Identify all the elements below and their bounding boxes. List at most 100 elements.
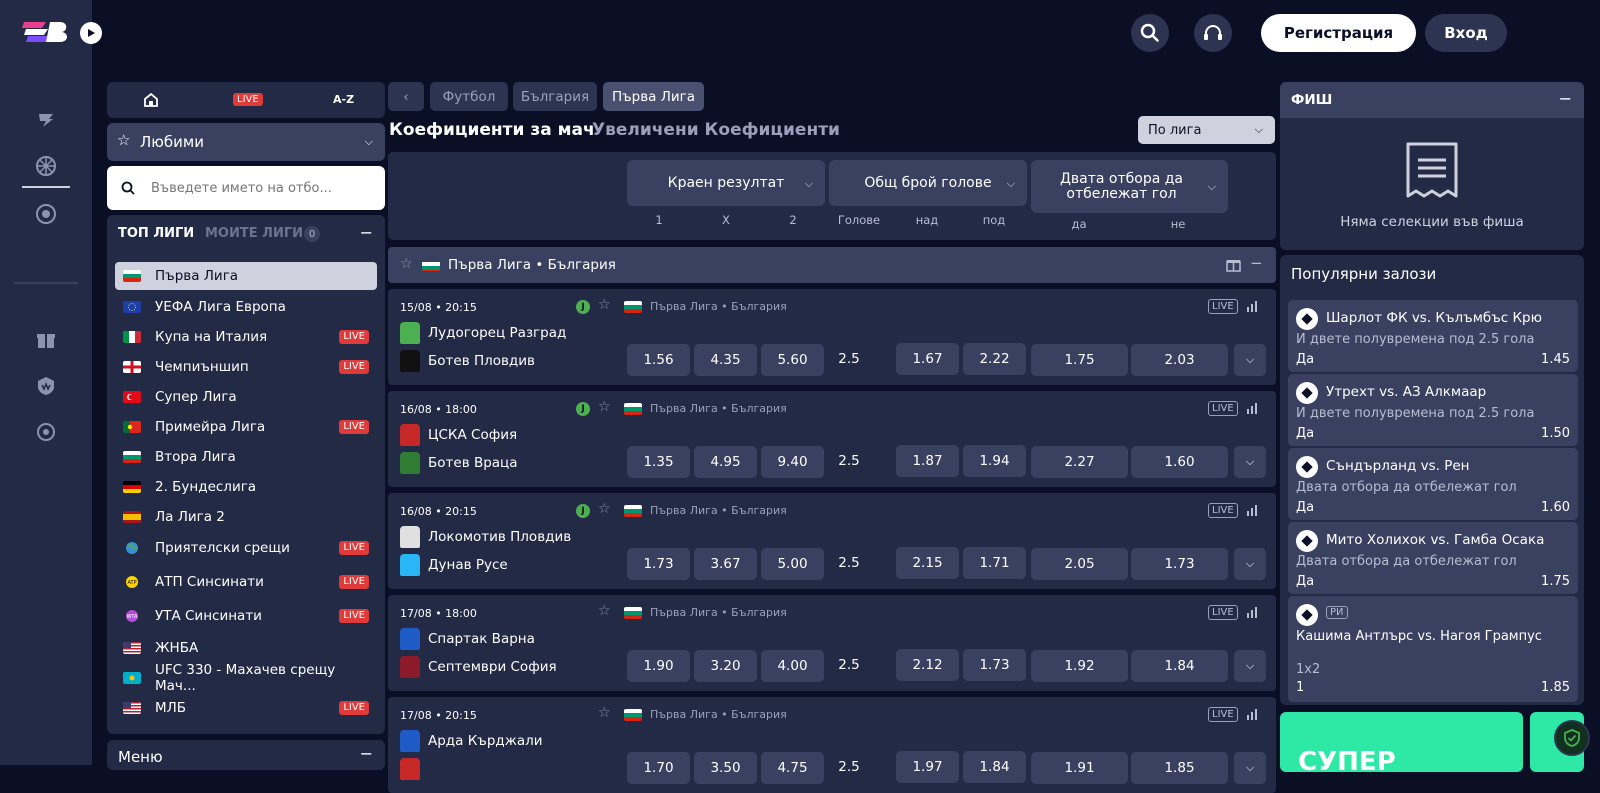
odd-no[interactable]: 2.03 (1131, 344, 1228, 376)
odd-yes[interactable]: 2.05 (1031, 548, 1128, 580)
more-markets-button[interactable]: ⌵ (1234, 344, 1266, 376)
match-row[interactable]: 15/08 • 20:15 J ☆ Първа Лига • България LIVE… (388, 289, 1276, 385)
odd-o1[interactable]: 1.90 (627, 650, 690, 682)
collapse-icon[interactable]: − (360, 223, 373, 242)
league-search-input[interactable] (151, 176, 371, 200)
league-item[interactable]: Приятелски срещи LIVE (115, 534, 377, 562)
odd-o1[interactable]: 1.70 (627, 752, 690, 784)
league-item[interactable]: Купа на Италия LIVE (115, 323, 377, 351)
collapse-icon[interactable]: − (1250, 254, 1263, 272)
stats-icon[interactable] (1246, 504, 1260, 516)
odd-o2[interactable]: 9.40 (761, 446, 824, 478)
odd-o2[interactable]: 5.60 (761, 344, 824, 376)
star-icon[interactable]: ☆ (598, 297, 611, 313)
tab-match-odds[interactable]: Коефициенти за мач (389, 120, 595, 140)
odd-o2[interactable]: 4.00 (761, 650, 824, 682)
odd-no[interactable]: 1.85 (1131, 752, 1228, 784)
odd-ox[interactable]: 4.95 (694, 446, 757, 478)
popular-bet-card[interactable]: Съндърланд vs. Рен Двата отбора да отбеле… (1288, 448, 1578, 520)
league-item[interactable]: МЛБ LIVE (115, 694, 377, 722)
odd-over[interactable]: 1.97 (896, 751, 959, 783)
brand-logo[interactable] (22, 18, 70, 46)
league-item[interactable]: Ла Лига 2 (115, 503, 377, 531)
popular-bet-card[interactable]: Мито Холихок vs. Гамба Осака Двата отбора… (1288, 522, 1578, 594)
odd-under[interactable]: 1.73 (963, 649, 1026, 681)
league-item[interactable]: UFC 330 - Махачев срещу Мач... (115, 662, 377, 694)
gift-icon[interactable] (32, 326, 60, 354)
match-row[interactable]: 17/08 • 18:00 ☆ Първа Лига • България LIVE С… (388, 595, 1276, 691)
star-icon[interactable]: ☆ (598, 603, 611, 619)
jersey-info-icon[interactable]: J (576, 300, 590, 314)
market-select-goals[interactable]: Общ брой голове ⌵ (829, 160, 1027, 206)
shield-check-icon[interactable] (1554, 720, 1590, 756)
league-item[interactable]: Примейра Лига LIVE (115, 413, 377, 441)
stats-icon[interactable] (1246, 708, 1260, 720)
league-item[interactable]: Първа Лига (115, 262, 377, 290)
odd-yes[interactable]: 2.27 (1031, 446, 1128, 478)
jersey-info-icon[interactable]: J (576, 402, 590, 416)
league-item[interactable]: ATP АТП Синсинати LIVE (115, 568, 377, 596)
odd-no[interactable]: 1.73 (1131, 548, 1228, 580)
odd-over[interactable]: 1.67 (896, 343, 959, 375)
odd-under[interactable]: 1.94 (963, 445, 1026, 477)
sports-icon[interactable] (32, 106, 60, 134)
popular-bet-card[interactable]: Утрехт vs. АЗ Алкмаар И двете полувремена… (1288, 374, 1578, 446)
odd-o2[interactable]: 4.75 (761, 752, 824, 784)
stats-icon[interactable] (1246, 300, 1260, 312)
stats-icon[interactable] (1246, 606, 1260, 618)
odd-yes[interactable]: 1.75 (1031, 344, 1128, 376)
match-row[interactable]: 17/08 • 20:15 ☆ Първа Лига • България LIVE А… (388, 697, 1276, 793)
odd-ox[interactable]: 3.50 (694, 752, 757, 784)
breadcrumb-league[interactable]: Първа Лига (603, 82, 704, 111)
more-markets-button[interactable]: ⌵ (1234, 752, 1266, 784)
gift-icon[interactable] (1226, 257, 1241, 276)
more-markets-button[interactable]: ⌵ (1234, 446, 1266, 478)
odd-ox[interactable]: 4.35 (694, 344, 757, 376)
match-row[interactable]: 16/08 • 18:00 J ☆ Първа Лига • България LIVE… (388, 391, 1276, 487)
az-tab[interactable]: A-Z (333, 93, 354, 106)
menu-section[interactable]: Меню − (107, 740, 385, 770)
search-icon[interactable] (1131, 14, 1169, 52)
league-item[interactable]: 2. Бундеслига (115, 473, 377, 501)
league-item[interactable]: ЖНБА (115, 634, 377, 662)
odd-over[interactable]: 2.15 (896, 547, 959, 579)
odd-o1[interactable]: 1.56 (627, 344, 690, 376)
odd-no[interactable]: 1.60 (1131, 446, 1228, 478)
bet-slip-header[interactable]: ФИШ − (1280, 82, 1584, 118)
star-icon[interactable]: ☆ (400, 256, 413, 272)
league-group-header[interactable]: ☆ Първа Лига • България − (388, 247, 1276, 283)
more-markets-button[interactable]: ⌵ (1234, 548, 1266, 580)
vip-badge-icon[interactable] (32, 372, 60, 400)
home-icon[interactable] (143, 92, 159, 112)
odd-ox[interactable]: 3.67 (694, 548, 757, 580)
odd-under[interactable]: 2.22 (963, 343, 1026, 375)
live-tab[interactable]: LIVE (233, 93, 263, 106)
register-button[interactable]: Регистрация (1261, 14, 1416, 52)
league-item[interactable]: WTA УТА Синсинати LIVE (115, 602, 377, 630)
league-item[interactable]: Супер Лига (115, 383, 377, 411)
live-ball-icon[interactable] (32, 152, 60, 180)
star-icon[interactable]: ☆ (598, 501, 611, 517)
popular-bet-card[interactable]: Шарлот ФК vs. Кълъмбъс Крю И двете полувр… (1288, 300, 1578, 372)
star-icon[interactable]: ☆ (598, 399, 611, 415)
more-markets-button[interactable]: ⌵ (1234, 650, 1266, 682)
casino-chip-icon[interactable] (32, 200, 60, 228)
support-headset-icon[interactable] (1194, 14, 1232, 52)
odd-o1[interactable]: 1.73 (627, 548, 690, 580)
odd-under[interactable]: 1.71 (963, 547, 1026, 579)
play-icon[interactable] (80, 22, 102, 44)
market-select-btts[interactable]: Двата отбора да отбележат гол ⌵ (1031, 160, 1228, 213)
odd-over[interactable]: 1.87 (896, 445, 959, 477)
odd-o2[interactable]: 5.00 (761, 548, 824, 580)
breadcrumb-country[interactable]: България (513, 82, 597, 111)
league-item[interactable]: УЕФА Лига Европа (115, 293, 377, 321)
odd-no[interactable]: 1.84 (1131, 650, 1228, 682)
league-item[interactable]: Чемпиъншип LIVE (115, 353, 377, 381)
tab-boosted-odds[interactable]: Увеличени Коефициенти (592, 120, 840, 140)
breadcrumb-sport[interactable]: Футбол (430, 82, 508, 111)
market-select-1x2[interactable]: Краен резултат ⌵ (627, 160, 825, 206)
star-icon[interactable]: ☆ (598, 705, 611, 721)
popular-bet-card[interactable]: РИ Кашима Антлърс vs. Нагоя Грампус 1x2 1 1.… (1288, 596, 1578, 702)
back-button[interactable]: ‹ (388, 82, 424, 111)
odd-o1[interactable]: 1.35 (627, 446, 690, 478)
